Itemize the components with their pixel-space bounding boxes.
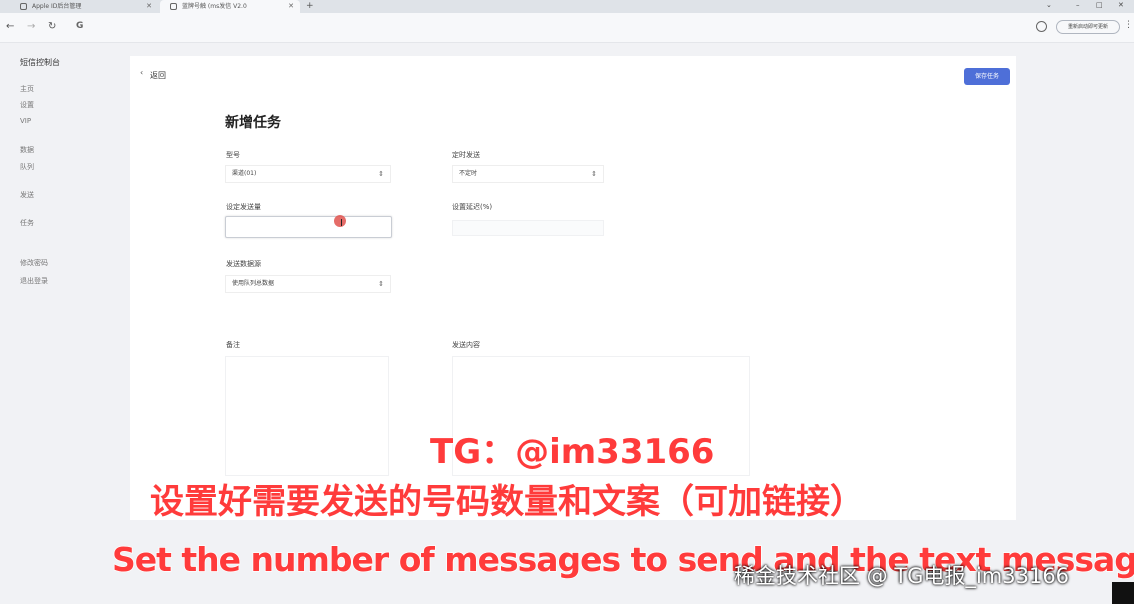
content-label: 发送内容 bbox=[452, 341, 480, 349]
select-caret-icon: ⇕ bbox=[378, 280, 384, 288]
new-tab-button[interactable]: + bbox=[306, 0, 314, 12]
back-link[interactable]: 返回 bbox=[150, 70, 166, 81]
data-source-label: 发送数据源 bbox=[226, 260, 261, 268]
update-button[interactable]: 重新启动即可更新 bbox=[1056, 20, 1120, 34]
menu-icon[interactable]: ⋮ bbox=[1124, 20, 1133, 30]
interval-label: 设置延迟(%) bbox=[452, 203, 493, 211]
sidebar-item-logout[interactable]: 退出登录 bbox=[20, 276, 48, 286]
sidebar-item-send[interactable]: 发送 bbox=[20, 190, 34, 200]
browser-tab[interactable]: Apple ID后台管理 ✕ bbox=[10, 0, 158, 13]
sidebar-title: 短信控制台 bbox=[20, 58, 60, 67]
schedule-label: 定时发送 bbox=[452, 151, 480, 159]
sidebar-item-queue[interactable]: 队列 bbox=[20, 162, 34, 172]
save-task-button[interactable]: 保存任务 bbox=[964, 68, 1010, 85]
select-caret-icon: ⇕ bbox=[591, 170, 597, 178]
sidebar-item-change-password[interactable]: 修改密码 bbox=[20, 258, 48, 268]
back-nav-button[interactable]: ← bbox=[6, 20, 14, 34]
data-source-select-value: 使用队列总数据 bbox=[232, 280, 275, 287]
profile-icon[interactable] bbox=[1036, 21, 1047, 32]
chevron-down-icon[interactable]: ⌄ bbox=[1046, 0, 1052, 11]
tab-label: 蓝牌号触 (ms发信 V2.0 bbox=[182, 3, 247, 10]
sidebar-item-settings[interactable]: 设置 bbox=[20, 100, 34, 110]
tg-caption: TG：@im33166 bbox=[429, 431, 715, 473]
schedule-select[interactable]: 不定时 ⇕ bbox=[452, 165, 604, 183]
page-header: ‹ 返回 保存任务 bbox=[130, 56, 1016, 96]
account-label: 型号 bbox=[226, 151, 240, 159]
tab-label: Apple ID后台管理 bbox=[32, 3, 82, 10]
text-cursor-icon: I bbox=[340, 218, 343, 229]
account-select[interactable]: 渠道(01) ⇕ bbox=[225, 165, 391, 183]
select-caret-icon: ⇕ bbox=[378, 170, 384, 178]
sidebar-item-data[interactable]: 数据 bbox=[20, 145, 34, 155]
back-arrow-icon[interactable]: ‹ bbox=[140, 68, 143, 77]
reload-button[interactable]: ↻ bbox=[48, 20, 56, 34]
interval-input[interactable] bbox=[452, 220, 604, 236]
remark-label: 备注 bbox=[226, 341, 240, 349]
sidebar-item-vip[interactable]: VIP bbox=[20, 117, 31, 125]
google-icon: G bbox=[76, 21, 84, 31]
schedule-select-value: 不定时 bbox=[459, 170, 478, 177]
close-tab-icon[interactable]: ✕ bbox=[288, 0, 294, 13]
tab-favicon-icon bbox=[170, 3, 177, 10]
forward-nav-button[interactable]: → bbox=[27, 20, 35, 34]
browser-tab-bar: Apple ID后台管理 ✕ 蓝牌号触 (ms发信 V2.0 ✕ + ⌄ – □… bbox=[0, 0, 1134, 13]
send-count-input[interactable] bbox=[225, 216, 392, 238]
sidebar-item-tasks[interactable]: 任务 bbox=[20, 218, 34, 228]
page-title: 新增任务 bbox=[225, 115, 281, 131]
remark-textarea[interactable] bbox=[225, 356, 389, 476]
browser-toolbar: ← → ↻ G 重新启动即可更新 ⋮ bbox=[0, 13, 1134, 43]
data-source-select[interactable]: 使用队列总数据 ⇕ bbox=[225, 275, 391, 293]
sidebar: 短信控制台 主页 设置 VIP 数据 队列 发送 任务 修改密码 退出登录 bbox=[0, 44, 128, 604]
send-count-label: 设定发送量 bbox=[226, 203, 261, 211]
chinese-caption: 设置好需要发送的号码数量和文案（可加链接） bbox=[149, 481, 865, 523]
maximize-button[interactable]: □ bbox=[1096, 0, 1103, 11]
sidebar-item-home[interactable]: 主页 bbox=[20, 84, 34, 94]
browser-tab-active[interactable]: 蓝牌号触 (ms发信 V2.0 ✕ bbox=[160, 0, 300, 13]
corner-block bbox=[1112, 582, 1134, 604]
close-window-button[interactable]: ✕ bbox=[1118, 0, 1124, 11]
close-tab-icon[interactable]: ✕ bbox=[146, 0, 152, 13]
account-select-value: 渠道(01) bbox=[232, 170, 257, 177]
address-bar[interactable]: G bbox=[72, 18, 1022, 38]
watermark: 稀金技术社区 @ TG电报_im33166 bbox=[734, 564, 1070, 588]
tab-favicon-icon bbox=[20, 3, 27, 10]
minimize-button[interactable]: – bbox=[1076, 0, 1080, 11]
